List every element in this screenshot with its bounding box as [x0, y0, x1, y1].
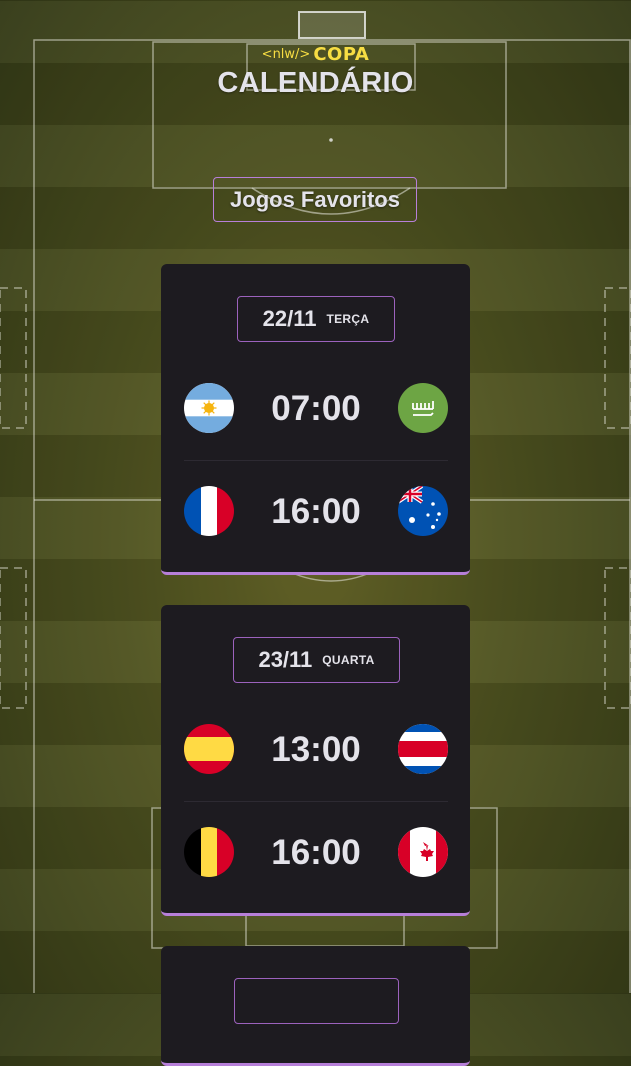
- nlw-copa-logo: <nlw/> COPA: [262, 44, 370, 65]
- match-day-card: 23/11 QUARTA 13:00 16:00: [161, 605, 470, 916]
- date-badge: 23/11 QUARTA: [233, 637, 400, 683]
- logo-name: COPA: [313, 44, 370, 65]
- match-row[interactable]: 13:00: [184, 724, 448, 776]
- costa-rica-flag-icon: [398, 724, 448, 774]
- australia-flag-icon: [398, 486, 448, 536]
- canada-flag-icon: [398, 827, 448, 877]
- match-row[interactable]: 16:00: [184, 486, 448, 538]
- france-flag-icon: [184, 486, 234, 536]
- page-title: CALENDÁRIO: [217, 67, 414, 99]
- date-badge: 22/11 TERÇA: [237, 296, 395, 342]
- match-row[interactable]: 16:00: [184, 827, 448, 879]
- match-time: 16:00: [271, 492, 361, 531]
- weekday-label: QUARTA: [322, 653, 375, 667]
- belgium-flag-icon: [184, 827, 234, 877]
- match-day-card: [161, 946, 470, 1066]
- match-day-card: 22/11 TERÇA 07:00 16:00: [161, 264, 470, 575]
- match-divider: [184, 460, 448, 461]
- match-time: 07:00: [271, 389, 361, 428]
- date-label: 23/11: [258, 647, 313, 672]
- match-row[interactable]: 07:00: [184, 383, 448, 435]
- header: <nlw/> COPA CALENDÁRIO: [0, 44, 631, 100]
- logo-prefix: <nlw/>: [261, 47, 311, 62]
- favorite-games-button[interactable]: Jogos Favoritos: [213, 177, 417, 222]
- weekday-label: TERÇA: [326, 312, 370, 326]
- match-divider: [184, 801, 448, 802]
- argentina-flag-icon: [184, 383, 234, 433]
- spain-flag-icon: [184, 724, 234, 774]
- match-time: 16:00: [271, 833, 361, 872]
- saudi-arabia-flag-icon: [398, 383, 448, 433]
- match-time: 13:00: [271, 730, 361, 769]
- date-badge: [234, 978, 399, 1024]
- date-label: 22/11: [262, 306, 317, 331]
